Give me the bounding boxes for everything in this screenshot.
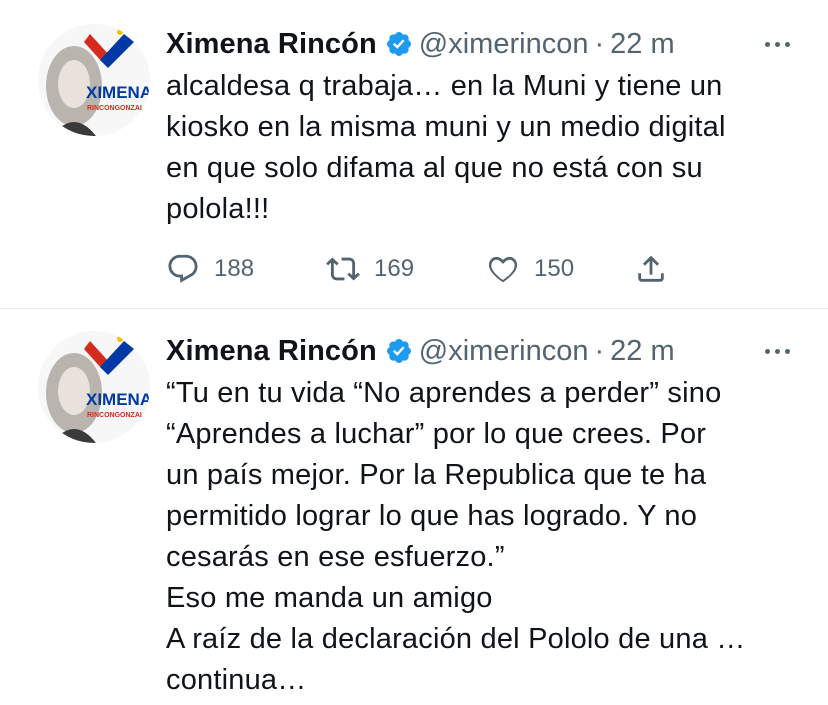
avatar[interactable]: XIMENA RINCONGONZAL xyxy=(38,24,150,136)
more-icon[interactable] xyxy=(765,41,790,47)
verified-badge-icon xyxy=(386,339,411,363)
timestamp[interactable]: 22 m xyxy=(610,28,674,61)
verified-badge-icon xyxy=(386,32,411,56)
tweet[interactable]: XIMENA RINCONGONZAL Ximena Rincón @ximer… xyxy=(0,0,828,309)
share-icon xyxy=(638,255,664,282)
svg-text:RINCONGONZAL: RINCONGONZAL xyxy=(87,105,145,112)
reply-icon xyxy=(168,254,198,283)
avatar[interactable]: XIMENA RINCONGONZAL xyxy=(38,331,150,443)
reply-button[interactable]: 188 xyxy=(166,252,326,286)
share-button[interactable] xyxy=(634,252,668,286)
retweet-count: 169 xyxy=(374,255,415,282)
tweet-text: “Tu en tu vida “No aprendes a perder” si… xyxy=(166,377,746,696)
tweet-text: alcaldesa q trabaja… en la Muni y tiene … xyxy=(166,70,726,225)
author-name[interactable]: Ximena Rincón xyxy=(166,28,377,61)
separator: · xyxy=(594,334,605,367)
timestamp[interactable]: 22 m xyxy=(610,335,674,368)
like-count: 150 xyxy=(534,255,575,282)
author-handle[interactable]: @ximerincon xyxy=(419,335,589,368)
tweet[interactable]: XIMENA RINCONGONZAL Ximena Rincón @ximer… xyxy=(0,309,828,705)
svg-text:XIMENA: XIMENA xyxy=(86,83,150,102)
separator: · xyxy=(594,27,605,60)
retweet-button[interactable]: 169 xyxy=(326,252,486,286)
svg-text:RINCONGONZAL: RINCONGONZAL xyxy=(87,412,145,419)
like-button[interactable]: 150 xyxy=(486,252,634,286)
like-icon xyxy=(488,256,518,283)
author-handle[interactable]: @ximerincon xyxy=(419,28,589,61)
reply-count: 188 xyxy=(214,255,255,282)
retweet-icon xyxy=(326,257,360,281)
author-name[interactable]: Ximena Rincón xyxy=(166,335,377,368)
svg-text:XIMENA: XIMENA xyxy=(86,390,150,409)
more-icon[interactable] xyxy=(765,348,790,354)
